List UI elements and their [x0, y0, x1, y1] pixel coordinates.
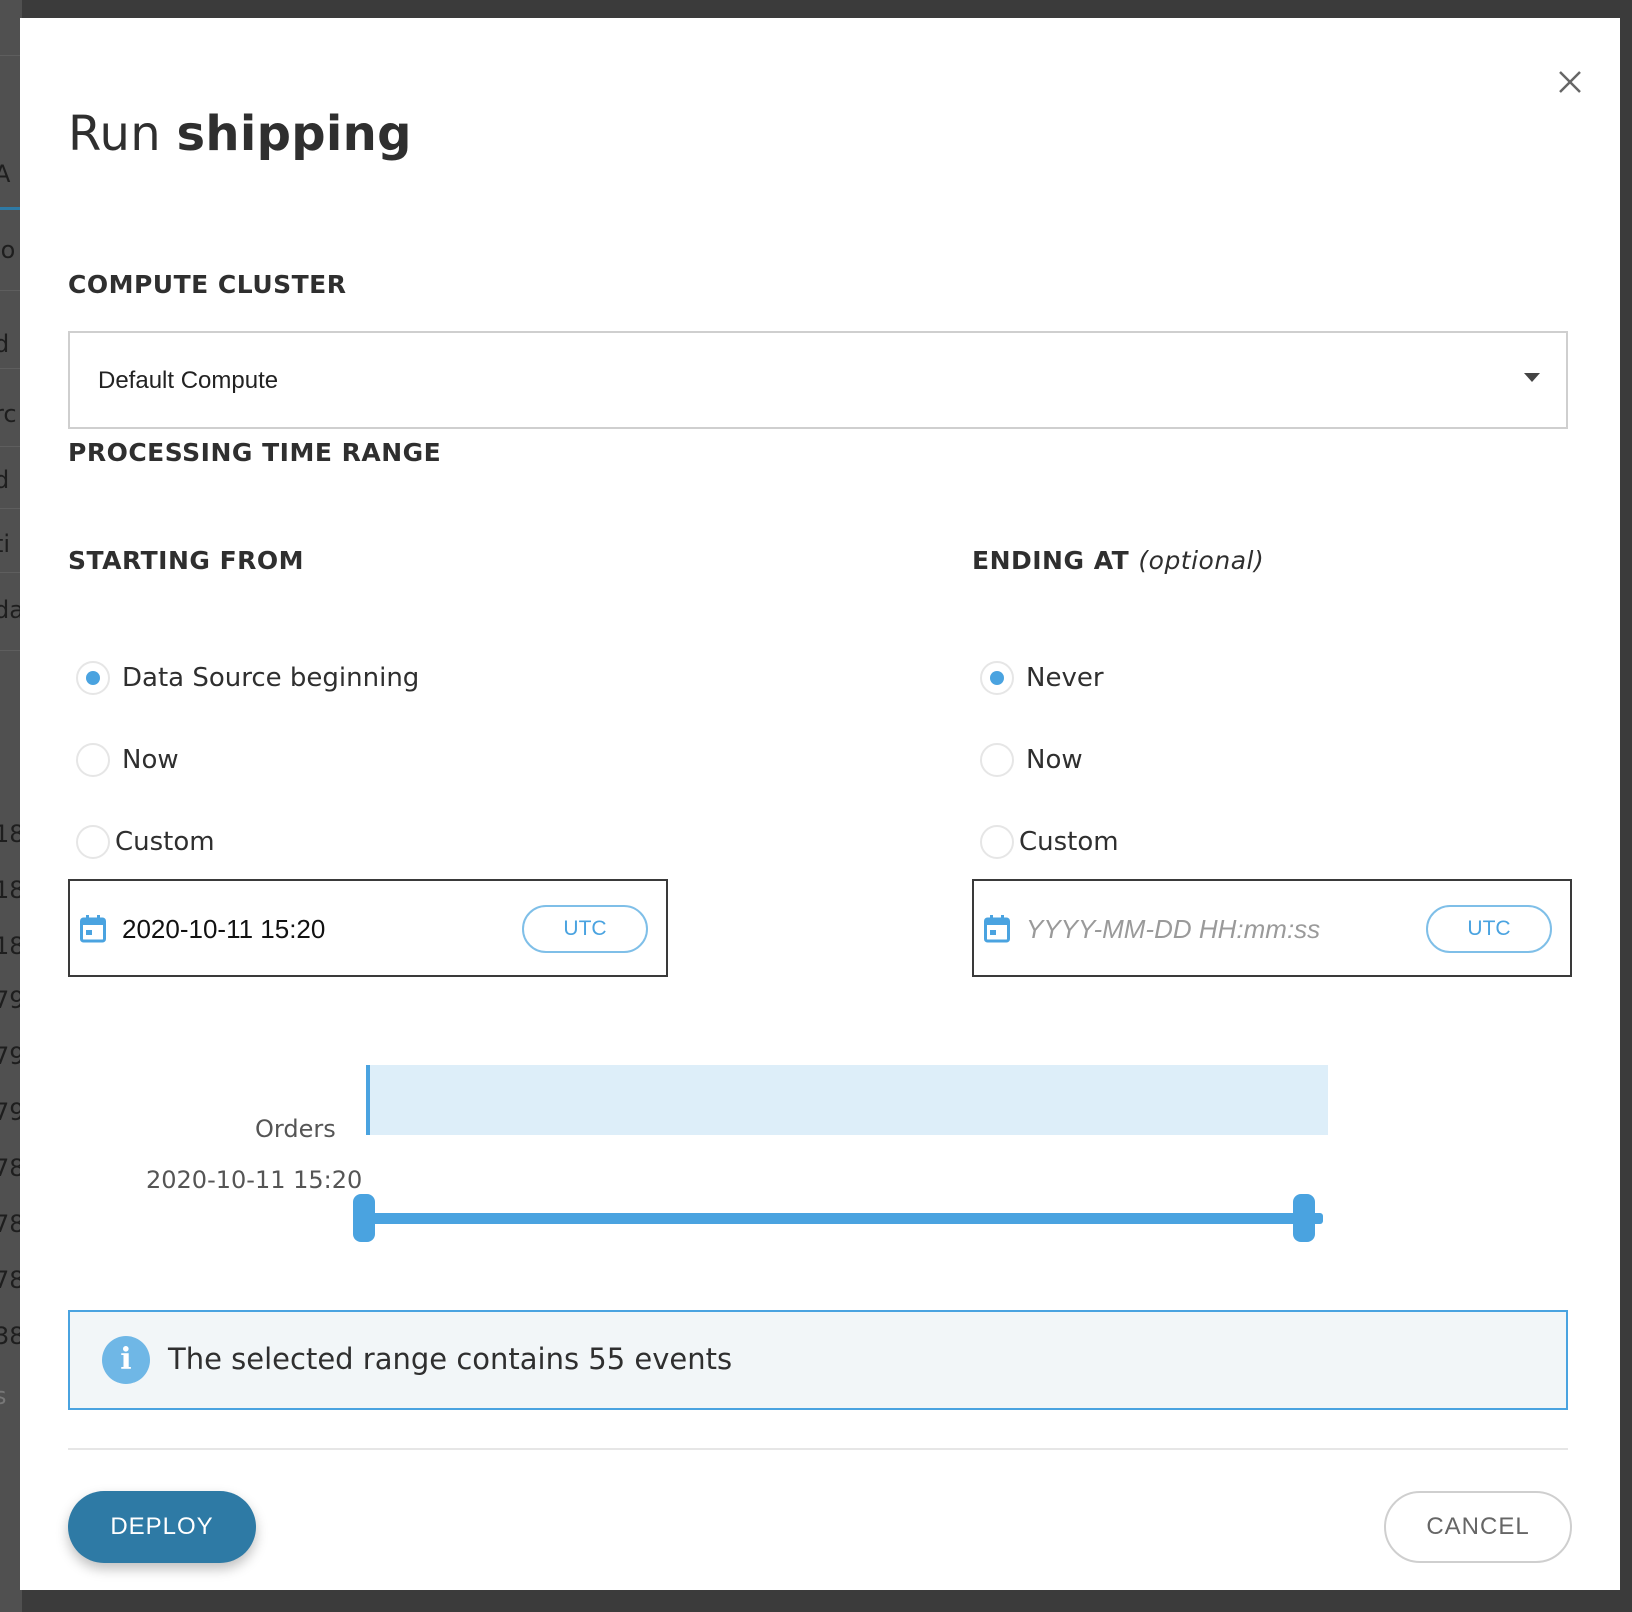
run-modal: Run shipping COMPUTE CLUSTER Default Com…: [20, 18, 1620, 1590]
background-text: lo: [0, 236, 16, 264]
chevron-down-icon: [1524, 373, 1540, 382]
calendar-icon[interactable]: [984, 915, 1010, 943]
modal-title: Run shipping: [68, 106, 412, 162]
starting-from-label: STARTING FROM: [68, 546, 305, 575]
ending-at-optional-hint: (optional): [1138, 546, 1265, 575]
start-timezone-button[interactable]: UTC: [522, 905, 648, 953]
info-icon: i: [102, 1336, 150, 1384]
radio-label: Now: [122, 745, 179, 775]
background-text: 79: [0, 986, 22, 1014]
background-page: A ( lo d rc d ti da 18 18 18 79 79 79 78…: [0, 0, 22, 1612]
radio-label: Custom: [115, 827, 215, 857]
background-divider: [0, 290, 22, 291]
processing-time-range-label: PROCESSING TIME RANGE: [68, 438, 442, 467]
background-text: 78: [0, 1266, 22, 1294]
range-slider-track[interactable]: [363, 1213, 1323, 1224]
radio-label: Now: [1026, 745, 1083, 775]
background-divider: [0, 55, 22, 56]
range-slider-start-handle[interactable]: [353, 1194, 375, 1242]
range-slider-end-handle[interactable]: [1293, 1194, 1315, 1242]
modal-title-name: shipping: [176, 106, 412, 162]
cancel-button[interactable]: CANCEL: [1384, 1491, 1572, 1563]
close-icon[interactable]: [1550, 62, 1590, 102]
background-text: 18: [0, 876, 22, 904]
background-text: d: [0, 330, 10, 358]
background-text: da: [0, 596, 22, 624]
radio-button[interactable]: [76, 825, 110, 859]
background-text: s: [0, 1382, 7, 1410]
background-text: 18: [0, 932, 22, 960]
background-text: 79: [0, 1098, 22, 1126]
timeline-start-label: 2020-10-11 15:20: [146, 1166, 363, 1194]
radio-label: Never: [1026, 663, 1104, 693]
background-divider: [0, 508, 22, 509]
deploy-button[interactable]: DEPLOY: [68, 1491, 256, 1563]
background-tab-underline: [0, 207, 22, 210]
background-divider: [0, 650, 22, 651]
modal-title-prefix: Run: [68, 106, 161, 162]
radio-label: Custom: [1019, 827, 1119, 857]
compute-cluster-select[interactable]: Default Compute: [68, 331, 1568, 429]
end-date-input[interactable]: [1026, 914, 1386, 945]
end-timezone-button[interactable]: UTC: [1426, 905, 1552, 953]
background-text: 79: [0, 1042, 22, 1070]
ending-at-label: ENDING AT (optional): [972, 546, 1264, 575]
radio-label: Data Source beginning: [122, 663, 420, 693]
background-text: 38: [0, 1322, 22, 1350]
footer-divider: [68, 1448, 1568, 1450]
ending-at-label-text: ENDING AT: [972, 546, 1130, 575]
radio-button-checked[interactable]: [76, 661, 110, 695]
end-date-field[interactable]: UTC: [972, 879, 1572, 977]
background-divider: [0, 368, 22, 369]
close-button[interactable]: [1550, 62, 1590, 102]
background-text: 78: [0, 1210, 22, 1238]
background-text: rc: [0, 400, 17, 428]
radio-button[interactable]: [980, 825, 1014, 859]
background-text: 18: [0, 820, 22, 848]
radio-button[interactable]: [980, 743, 1014, 777]
background-text: d: [0, 466, 10, 494]
timeline-source-label: Orders: [255, 1115, 336, 1143]
background-divider: [0, 446, 22, 447]
background-text: 78: [0, 1154, 22, 1182]
timeline-data-band: [366, 1065, 1328, 1135]
radio-button[interactable]: [76, 743, 110, 777]
info-banner: i The selected range contains 55 events: [68, 1310, 1568, 1410]
calendar-icon[interactable]: [80, 915, 106, 943]
compute-cluster-value: Default Compute: [98, 367, 279, 394]
background-text: A (: [0, 160, 22, 188]
start-date-field[interactable]: UTC: [68, 879, 668, 977]
background-text: ti: [0, 530, 11, 558]
start-date-input[interactable]: [122, 914, 482, 945]
background-divider: [0, 572, 22, 573]
compute-cluster-label: COMPUTE CLUSTER: [68, 270, 347, 299]
info-message: The selected range contains 55 events: [168, 1342, 733, 1376]
radio-button-checked[interactable]: [980, 661, 1014, 695]
